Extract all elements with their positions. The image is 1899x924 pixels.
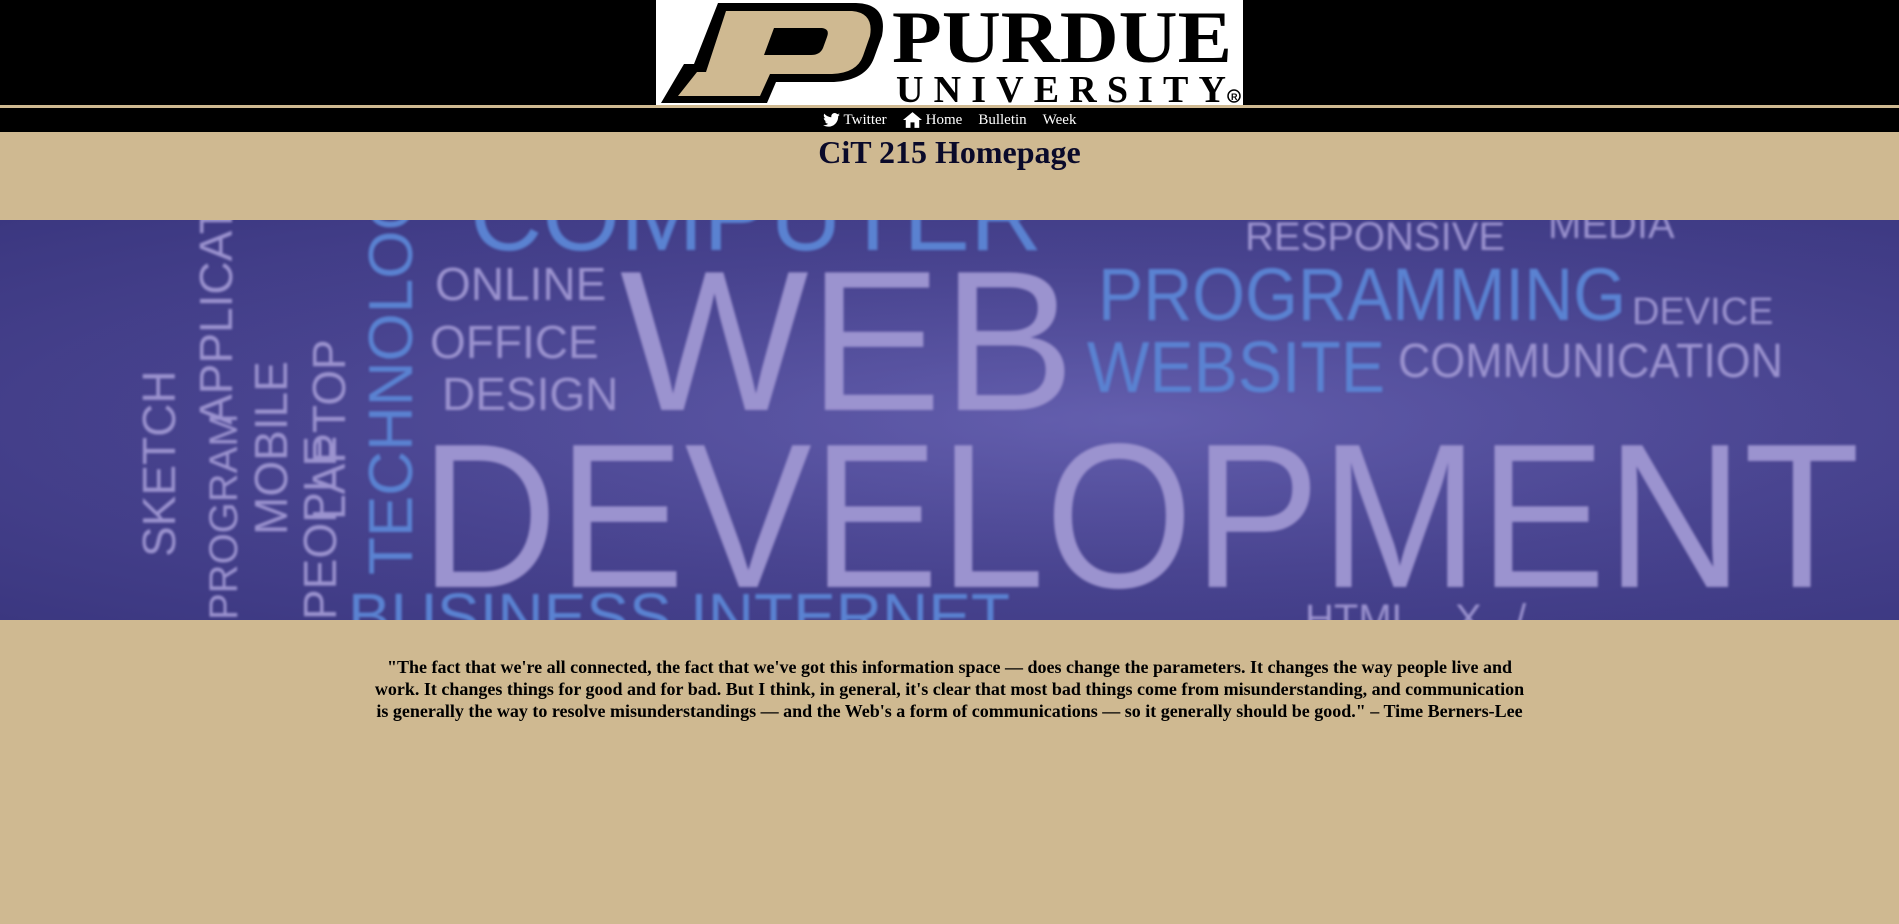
banner-word: MEDIA	[1548, 220, 1675, 247]
banner-word: BUSINESS	[348, 580, 672, 620]
quote-area: "The fact that we're all connected, the …	[0, 620, 1899, 722]
svg-text:R: R	[1231, 92, 1238, 102]
banner-word: DEVICE	[1632, 291, 1773, 333]
top-nav: Twitter Home Bulletin Week	[0, 108, 1899, 132]
banner-word: PROGRAMMING	[1098, 253, 1626, 336]
banner-word: APPLICATION	[190, 220, 242, 425]
nav-twitter-label: Twitter	[843, 111, 887, 128]
page-title: CiT 215 Homepage	[818, 134, 1081, 170]
banner-word: PEOPLE	[294, 436, 346, 620]
purdue-p-mark	[661, 3, 883, 103]
nav-twitter-link[interactable]: Twitter	[822, 111, 887, 129]
banner-word: ONLINE	[435, 258, 606, 310]
nav-bulletin-link[interactable]: Bulletin	[978, 112, 1026, 129]
banner-word: WEBSITE	[1087, 328, 1385, 408]
banner-word: INTERNET	[690, 580, 1010, 620]
nav-week-link[interactable]: Week	[1043, 112, 1077, 129]
home-icon	[902, 112, 922, 128]
quote-text: "The fact that we're all connected, the …	[374, 657, 1525, 721]
purdue-logo: PURDUE UNIVERSITY R	[656, 0, 1243, 105]
banner-word: HTML	[1305, 597, 1414, 620]
banner-word: X	[1455, 597, 1482, 620]
title-area: CiT 215 Homepage	[0, 132, 1899, 220]
logo-word-purdue: PURDUE	[892, 0, 1232, 79]
banner-word: PROGRAM	[202, 413, 246, 620]
nav-home-link[interactable]: Home	[902, 111, 963, 129]
banner-word: /	[1515, 597, 1527, 620]
banner-word: OFFICE	[430, 316, 599, 368]
word-cloud: COMPUTER RESPONSIVE MEDIA ONLINE WEB PRO…	[0, 220, 1899, 620]
header-band: PURDUE UNIVERSITY R	[0, 0, 1899, 105]
banner-word: COMMUNICATION	[1398, 335, 1783, 388]
banner-word: MOBILE	[245, 361, 297, 535]
banner-word: TECHNOLOGY	[357, 220, 426, 575]
banner-word: SKETCH	[133, 370, 185, 557]
twitter-icon	[822, 113, 840, 127]
web-development-banner: COMPUTER RESPONSIVE MEDIA ONLINE WEB PRO…	[0, 220, 1899, 620]
nav-home-label: Home	[925, 111, 963, 128]
